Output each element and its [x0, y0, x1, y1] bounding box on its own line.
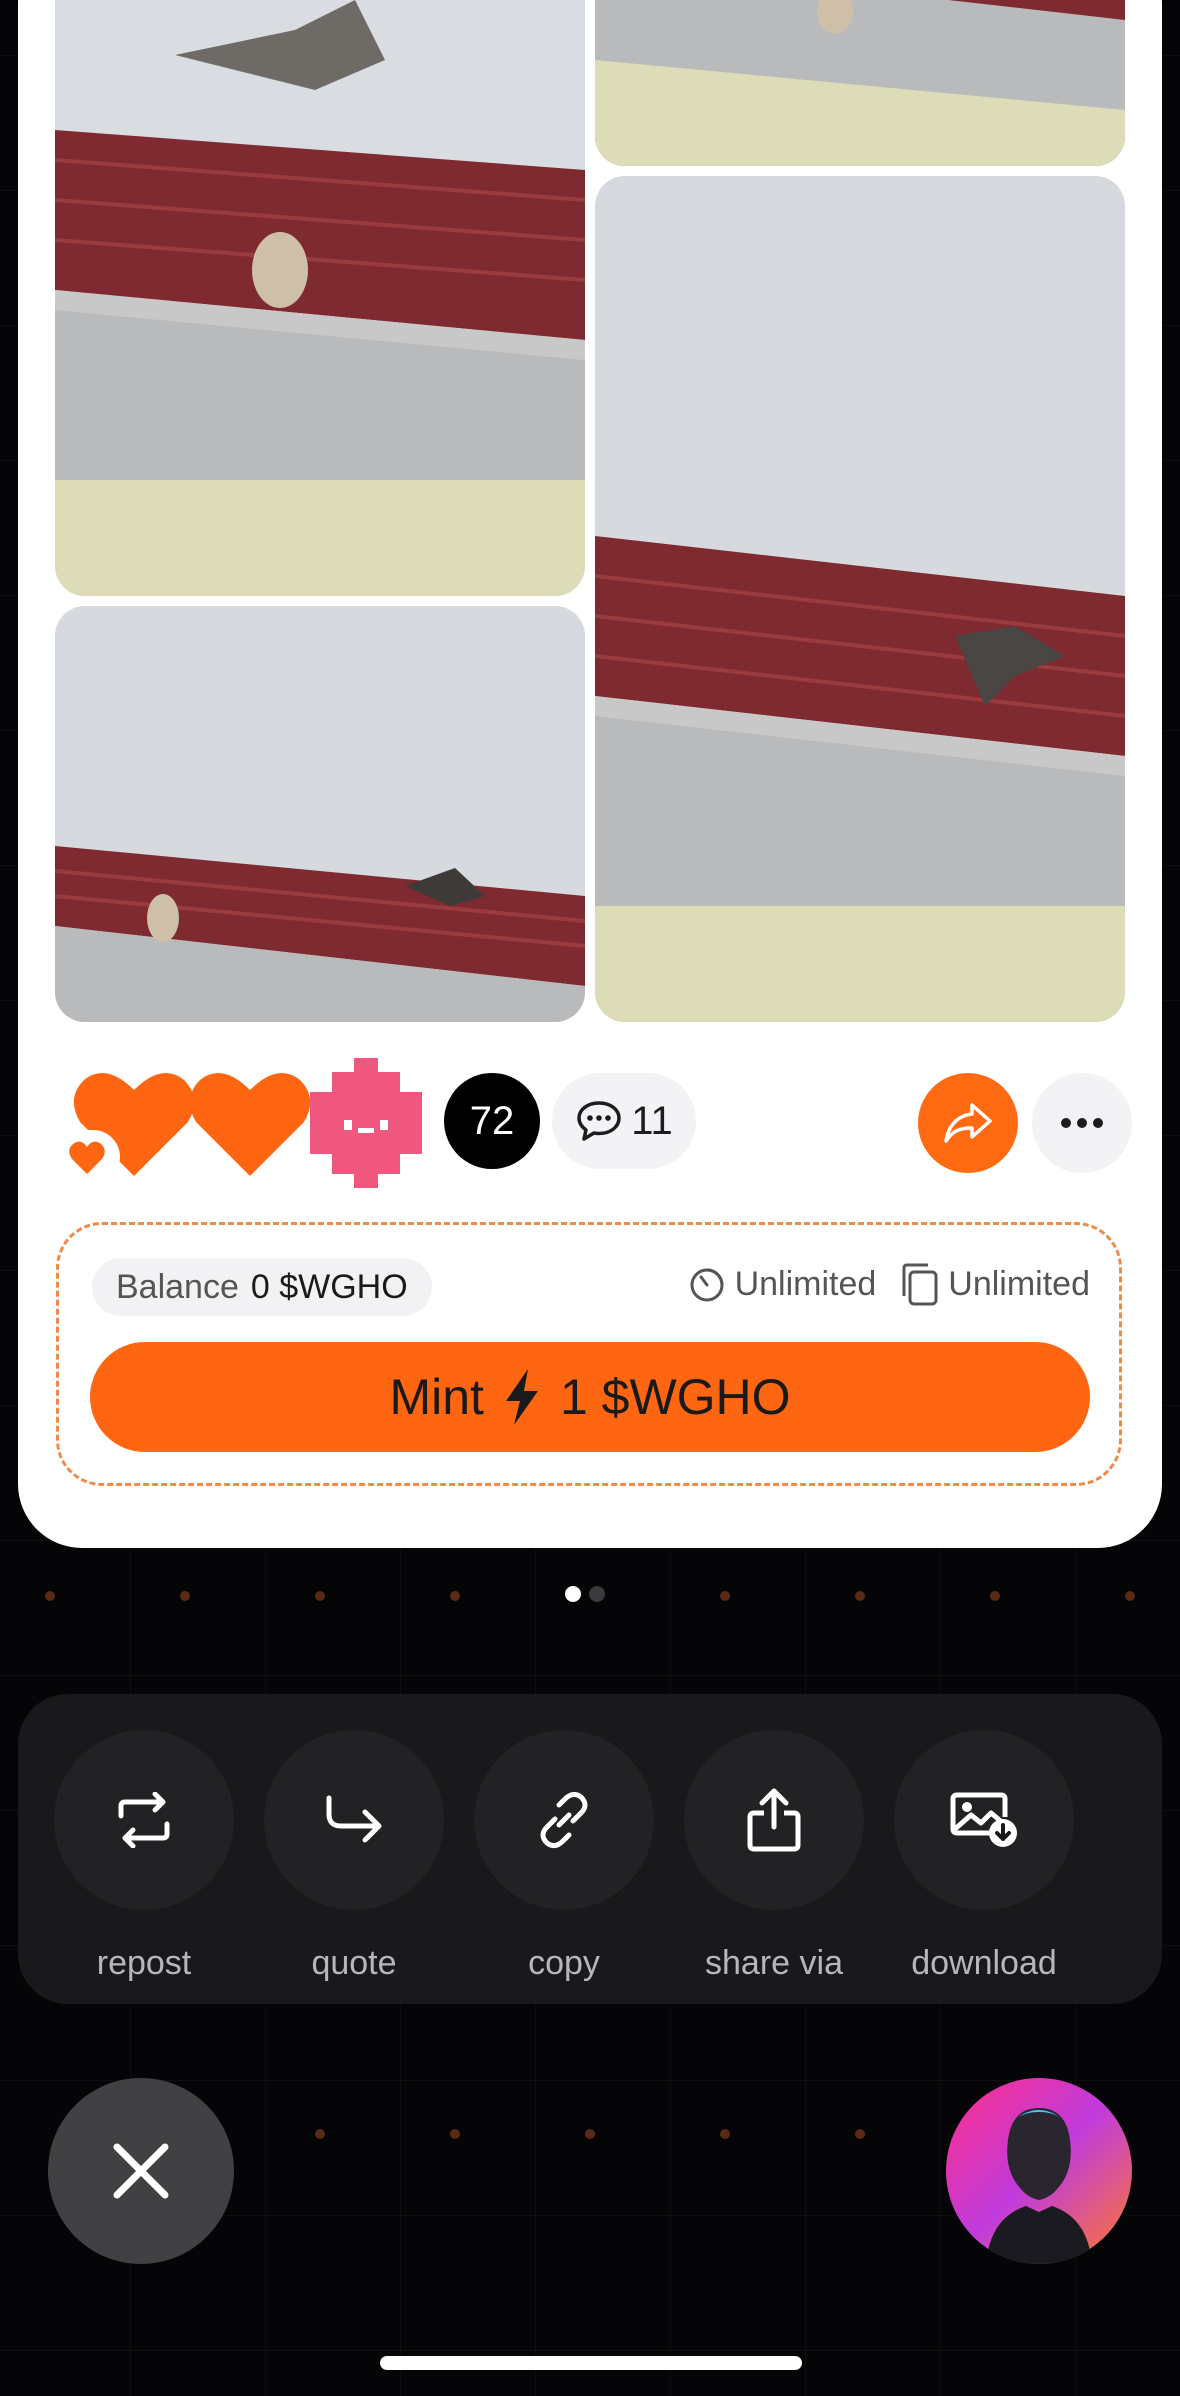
small-heart-badge-icon	[54, 1130, 120, 1184]
close-button[interactable]	[48, 2078, 234, 2264]
copy-label: copy	[528, 1944, 600, 1982]
pink-pixel-avatar-icon[interactable]	[304, 1058, 428, 1188]
quote-arrow-icon	[326, 1795, 382, 1843]
download-label: download	[911, 1944, 1057, 1982]
photo-bird-on-roof-edge[interactable]	[595, 0, 1125, 166]
download-image-icon	[950, 1792, 1017, 1847]
mint-label: Mint	[389, 1369, 484, 1425]
heart-avatar-2-icon[interactable]	[188, 1068, 312, 1178]
reaction-count: 72	[469, 1098, 515, 1143]
comment-count: 11	[631, 1098, 673, 1143]
share-via-action[interactable]: share via	[684, 1730, 864, 1983]
photo-bird-flying-above-roof[interactable]	[55, 0, 585, 596]
copy-action[interactable]: copy	[474, 1730, 654, 1983]
avatar-portrait-icon	[946, 2078, 1132, 2264]
download-button[interactable]	[894, 1730, 1074, 1910]
comment-bubble-icon	[577, 1101, 621, 1141]
download-action[interactable]: download	[894, 1730, 1074, 1983]
copy-button[interactable]	[474, 1730, 654, 1910]
photo-bird-landing-on-roof[interactable]	[595, 176, 1125, 1022]
time-limit: Unlimited	[687, 1264, 877, 1304]
reaction-count-badge[interactable]: 72	[444, 1073, 540, 1169]
share-arrow-icon	[944, 1103, 992, 1143]
timer-icon	[690, 1268, 724, 1302]
quote-button[interactable]	[264, 1730, 444, 1910]
supply-limit: Unlimited	[898, 1262, 1090, 1306]
time-limit-value: Unlimited	[734, 1264, 877, 1303]
share-via-label: share via	[705, 1944, 843, 1982]
balance-label: Balance	[116, 1267, 239, 1306]
repost-icon	[118, 1792, 170, 1848]
profile-avatar[interactable]	[946, 2078, 1132, 2264]
lightning-icon	[505, 1369, 538, 1425]
share-button[interactable]	[918, 1073, 1018, 1173]
balance-pill: Balance 0 $WGHO	[92, 1258, 432, 1316]
repost-button[interactable]	[54, 1730, 234, 1910]
quote-label: quote	[311, 1944, 397, 1982]
home-indicator	[380, 2356, 802, 2370]
more-options-button[interactable]	[1032, 1073, 1132, 1173]
repost-label: repost	[96, 1944, 192, 1982]
close-icon	[113, 2143, 169, 2199]
share-upload-icon	[747, 1788, 801, 1852]
share-sheet: repost quote copy share via download	[18, 1694, 1162, 2004]
page-indicator	[565, 1586, 605, 1602]
photo-two-birds-on-roof[interactable]	[55, 606, 585, 1022]
page-dot-2[interactable]	[589, 1586, 605, 1602]
quote-action[interactable]: quote	[264, 1730, 444, 1983]
link-icon	[540, 1791, 588, 1849]
more-dots-icon	[1061, 1118, 1103, 1128]
share-via-button[interactable]	[684, 1730, 864, 1910]
copies-icon	[902, 1263, 938, 1306]
comment-button[interactable]: 11	[552, 1073, 696, 1169]
supply-limit-value: Unlimited	[948, 1264, 1090, 1303]
balance-value: 0 $WGHO	[250, 1267, 408, 1306]
mint-price: 1 $WGHO	[559, 1369, 791, 1425]
repost-action[interactable]: repost	[54, 1730, 234, 1983]
mint-limits: Unlimited Unlimited	[687, 1262, 1090, 1306]
mint-button[interactable]: Mint 1 $WGHO	[90, 1342, 1090, 1452]
page-dot-1[interactable]	[565, 1586, 581, 1602]
